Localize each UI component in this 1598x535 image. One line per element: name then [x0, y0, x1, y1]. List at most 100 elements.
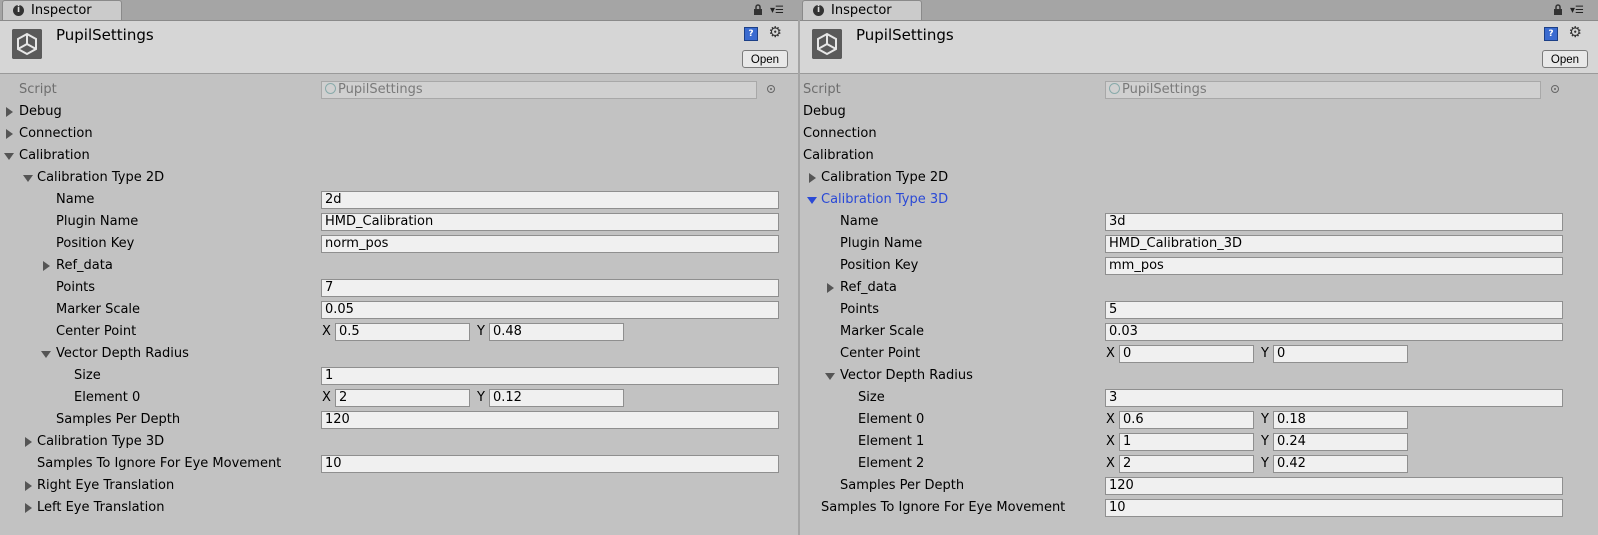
- script-label: Script: [19, 82, 57, 97]
- script-value: PupilSettings: [338, 82, 423, 97]
- tab-bar: i Inspector ▾☰: [0, 0, 798, 21]
- foldout-calibration-type-3d[interactable]: Calibration Type 3D: [0, 432, 798, 452]
- points-label: Points: [56, 280, 96, 295]
- plugin-name-field[interactable]: HMD_Calibration: [321, 213, 779, 231]
- samples-per-depth-field[interactable]: 120: [1105, 477, 1563, 495]
- vector-depth-radius-label: Vector Depth Radius: [840, 368, 973, 383]
- name-row: Name 3d: [800, 212, 1598, 232]
- script-icon: [1109, 83, 1120, 94]
- points-field[interactable]: 7: [321, 279, 779, 297]
- foldout-calibration-type-3d[interactable]: Calibration Type 3D: [800, 190, 1598, 210]
- foldout-ref-data[interactable]: Ref_data: [800, 278, 1598, 298]
- position-key-field[interactable]: norm_pos: [321, 235, 779, 253]
- y-axis-label: Y: [1261, 346, 1269, 361]
- object-picker-icon[interactable]: [767, 85, 775, 93]
- size-row: Size 1: [0, 366, 798, 386]
- plugin-name-label: Plugin Name: [840, 236, 923, 251]
- lock-icon[interactable]: [752, 4, 764, 16]
- position-key-field[interactable]: mm_pos: [1105, 257, 1563, 275]
- samples-per-depth-row: Samples Per Depth 120: [0, 410, 798, 430]
- element-x-field[interactable]: 1: [1119, 433, 1254, 451]
- y-axis-label: Y: [1261, 412, 1269, 427]
- y-axis-label: Y: [1261, 434, 1269, 449]
- foldout-calibration[interactable]: Calibration: [0, 146, 798, 166]
- foldout-calibration-type-2d[interactable]: Calibration Type 2D: [0, 168, 798, 188]
- element-y-field[interactable]: 0.18: [1273, 411, 1408, 429]
- lock-icon[interactable]: [1552, 4, 1564, 16]
- element-x-field[interactable]: 0.6: [1119, 411, 1254, 429]
- foldout-expanded-icon: [4, 153, 14, 160]
- element-y-field[interactable]: 0.12: [489, 389, 624, 407]
- open-button[interactable]: Open: [742, 50, 788, 68]
- size-field[interactable]: 1: [321, 367, 779, 385]
- page-title: PupilSettings: [56, 26, 154, 44]
- vector-depth-radius-label: Vector Depth Radius: [56, 346, 189, 361]
- object-picker-icon[interactable]: [1551, 85, 1559, 93]
- foldout-debug[interactable]: Debug: [0, 102, 798, 122]
- name-field[interactable]: 3d: [1105, 213, 1563, 231]
- samples-ignore-row: Samples To Ignore For Eye Movement 10: [0, 454, 798, 474]
- foldout-left-eye-translation[interactable]: Left Eye Translation: [0, 498, 798, 518]
- foldout-collapsed-icon: [25, 481, 32, 491]
- foldout-collapsed-icon: [25, 437, 32, 447]
- plugin-name-label: Plugin Name: [56, 214, 139, 229]
- gear-icon[interactable]: ⚙: [769, 24, 782, 40]
- points-field[interactable]: 5: [1105, 301, 1563, 319]
- center-point-y-field[interactable]: 0: [1273, 345, 1408, 363]
- samples-per-depth-field[interactable]: 120: [321, 411, 779, 429]
- samples-ignore-field[interactable]: 10: [321, 455, 779, 473]
- foldout-debug[interactable]: Debug: [800, 102, 1598, 122]
- foldout-vector-depth-radius[interactable]: Vector Depth Radius: [0, 344, 798, 364]
- samples-ignore-field[interactable]: 10: [1105, 499, 1563, 517]
- inspector-panel-right: i Inspector ▾☰ PupilSettings ? ⚙ Open Sc…: [800, 0, 1598, 535]
- name-field[interactable]: 2d: [321, 191, 779, 209]
- plugin-name-row: Plugin Name HMD_Calibration: [0, 212, 798, 232]
- foldout-collapsed-icon: [43, 261, 50, 271]
- script-field[interactable]: PupilSettings: [321, 81, 757, 99]
- marker-scale-field[interactable]: 0.05: [321, 301, 779, 319]
- foldout-connection[interactable]: Connection: [0, 124, 798, 144]
- size-field[interactable]: 3: [1105, 389, 1563, 407]
- foldout-ref-data[interactable]: Ref_data: [0, 256, 798, 276]
- calibration-label: Calibration: [19, 148, 90, 163]
- debug-label: Debug: [19, 104, 62, 119]
- element-y-field[interactable]: 0.42: [1273, 455, 1408, 473]
- center-point-y-field[interactable]: 0.48: [489, 323, 624, 341]
- script-field[interactable]: PupilSettings: [1105, 81, 1541, 99]
- script-row: Script PupilSettings: [800, 80, 1598, 100]
- help-icon[interactable]: ?: [1544, 27, 1558, 41]
- info-icon: i: [13, 5, 24, 16]
- foldout-vector-depth-radius[interactable]: Vector Depth Radius: [800, 366, 1598, 386]
- help-icon[interactable]: ?: [744, 27, 758, 41]
- foldout-calibration-type-2d[interactable]: Calibration Type 2D: [800, 168, 1598, 188]
- tab-menu-icon[interactable]: ▾☰: [1570, 6, 1584, 16]
- foldout-calibration[interactable]: Calibration: [800, 146, 1598, 166]
- foldout-collapsed-icon: [6, 107, 13, 117]
- element-label: Element 0: [74, 390, 141, 405]
- y-axis-label: Y: [477, 390, 485, 405]
- center-point-x-field[interactable]: 0: [1119, 345, 1254, 363]
- foldout-right-eye-translation[interactable]: Right Eye Translation: [0, 476, 798, 496]
- tab-menu-icon[interactable]: ▾☰: [770, 6, 784, 16]
- points-row: Points 5: [800, 300, 1598, 320]
- element-x-field[interactable]: 2: [335, 389, 470, 407]
- element-x-field[interactable]: 2: [1119, 455, 1254, 473]
- foldout-connection[interactable]: Connection: [800, 124, 1598, 144]
- gear-icon[interactable]: ⚙: [1569, 24, 1582, 40]
- script-value: PupilSettings: [1122, 82, 1207, 97]
- samples-per-depth-label: Samples Per Depth: [840, 478, 965, 493]
- marker-scale-field[interactable]: 0.03: [1105, 323, 1563, 341]
- foldout-collapsed-icon: [25, 503, 32, 513]
- center-point-x-field[interactable]: 0.5: [335, 323, 470, 341]
- calibration-type-3d-label: Calibration Type 3D: [37, 434, 165, 449]
- tab-inspector[interactable]: i Inspector: [802, 0, 922, 20]
- element-y-field[interactable]: 0.24: [1273, 433, 1408, 451]
- name-label: Name: [56, 192, 95, 207]
- open-button[interactable]: Open: [1542, 50, 1588, 68]
- center-point-row: Center Point X 0 Y 0: [800, 344, 1598, 364]
- tab-inspector[interactable]: i Inspector: [2, 0, 122, 20]
- tab-label: Inspector: [31, 3, 92, 18]
- y-axis-label: Y: [1261, 456, 1269, 471]
- plugin-name-field[interactable]: HMD_Calibration_3D: [1105, 235, 1563, 253]
- points-label: Points: [840, 302, 880, 317]
